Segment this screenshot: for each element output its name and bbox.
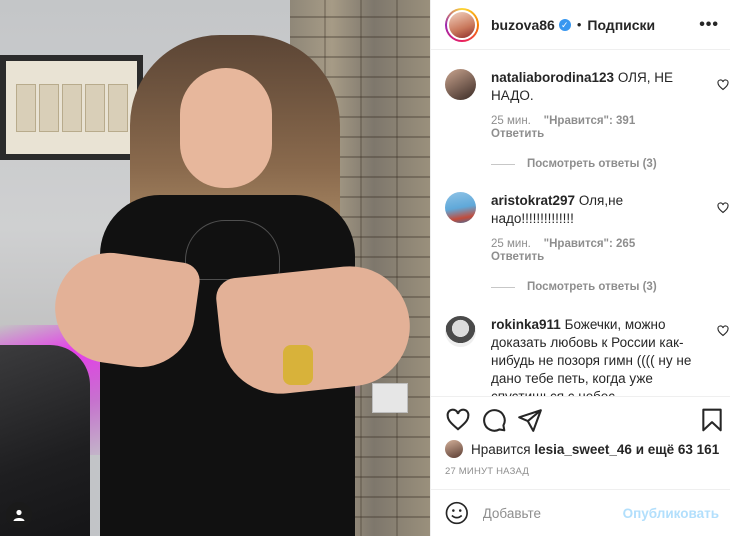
- likes-others[interactable]: и ещё 63 161: [636, 442, 720, 457]
- post-header: buzova86 ✓ • Подписки •••: [431, 0, 730, 50]
- post-action-bar: [431, 396, 730, 442]
- add-comment-bar: Опубликовать: [431, 489, 730, 536]
- comment-like-heart-icon[interactable]: [717, 79, 729, 91]
- comment-username[interactable]: rokinka911: [491, 317, 561, 332]
- reply-button[interactable]: Ответить: [491, 251, 635, 264]
- comment-input[interactable]: [482, 505, 623, 521]
- comments-list[interactable]: nataliaborodina123 ОЛЯ, НЕ НАДО. 25 мин.…: [431, 51, 730, 396]
- view-replies-button[interactable]: Посмотреть ответы (3): [491, 281, 657, 293]
- comment-avatar[interactable]: [445, 192, 476, 223]
- comment-meta: 25 мин. "Нравится": 265 Ответить: [491, 238, 635, 264]
- likes-avatar[interactable]: [445, 440, 463, 458]
- comment-icon[interactable]: [481, 407, 507, 433]
- photo-shirt-print: [185, 220, 280, 280]
- bookmark-icon[interactable]: [699, 407, 725, 433]
- comment-username[interactable]: nataliaborodina123: [491, 70, 614, 85]
- publish-button[interactable]: Опубликовать: [623, 506, 719, 521]
- comment-likes[interactable]: "Нравится": 391: [544, 115, 636, 127]
- following-button[interactable]: Подписки: [587, 17, 655, 33]
- comment-time: 25 мин.: [491, 115, 531, 127]
- photo-watch: [283, 345, 313, 385]
- photo-picture-frame: [0, 55, 143, 160]
- author-avatar[interactable]: [445, 7, 479, 42]
- view-replies-button[interactable]: Посмотреть ответы (3): [491, 158, 657, 170]
- comment-username[interactable]: aristokrat297: [491, 193, 575, 208]
- comment-like-heart-icon[interactable]: [717, 202, 729, 214]
- comment-meta: 25 мин. "Нравится": 391 Ответить: [491, 115, 635, 141]
- reply-button[interactable]: Ответить: [491, 128, 635, 141]
- more-icon[interactable]: •••: [699, 16, 719, 34]
- comment-avatar[interactable]: [445, 69, 476, 100]
- photo-person-face: [180, 68, 272, 188]
- author-username[interactable]: buzova86: [491, 17, 555, 33]
- comment-time: 25 мин.: [491, 238, 531, 250]
- instagram-post: buzova86 ✓ • Подписки ••• nataliaborodin…: [0, 0, 730, 536]
- likes-prefix: Нравится: [471, 441, 531, 457]
- verified-badge-icon: ✓: [558, 18, 571, 31]
- likes-summary: Нравится lesia_sweet_46 и ещё 63 161: [445, 440, 725, 458]
- post-sidebar: buzova86 ✓ • Подписки ••• nataliaborodin…: [430, 0, 730, 536]
- post-time[interactable]: 27 МИНУТ НАЗАД: [445, 466, 529, 477]
- header-separator: •: [576, 17, 582, 32]
- likes-user[interactable]: lesia_sweet_46: [534, 442, 632, 457]
- post-photo[interactable]: [0, 0, 430, 536]
- comment-likes[interactable]: "Нравится": 265: [544, 238, 636, 250]
- heart-icon[interactable]: [445, 407, 471, 433]
- emoji-icon[interactable]: [445, 501, 469, 525]
- photo-wall-switch: [372, 383, 408, 413]
- comment-like-heart-icon[interactable]: [717, 325, 729, 337]
- user-tag-icon[interactable]: [6, 502, 32, 528]
- comment-avatar[interactable]: [445, 316, 476, 347]
- share-icon[interactable]: [517, 407, 543, 433]
